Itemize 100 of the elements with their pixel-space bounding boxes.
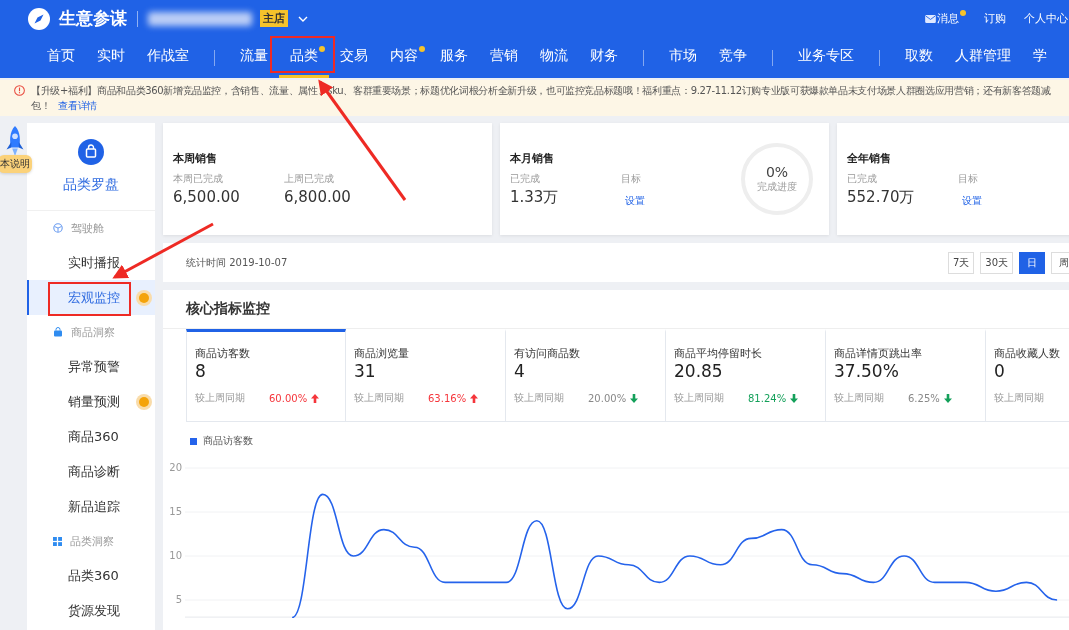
metric-value: 0 xyxy=(994,361,1006,381)
compare-label: 较上周同期 xyxy=(514,391,565,405)
notification-dot xyxy=(419,46,425,52)
metric-tile[interactable]: 商品收藏人数 0 较上周同期 xyxy=(986,329,1069,421)
nav-tab[interactable]: 市场 xyxy=(658,37,708,78)
sidebar-item[interactable]: 品类360 xyxy=(27,558,155,593)
nav-tab[interactable]: 流量 xyxy=(229,37,279,78)
range-button[interactable]: 日 xyxy=(1019,251,1045,274)
section-heading: 商品洞察 xyxy=(71,324,115,340)
axis-tick-label: 10 xyxy=(169,550,182,561)
bag-icon xyxy=(53,327,63,337)
nav-tab[interactable]: 实时 xyxy=(86,37,136,78)
sidebar-item[interactable]: 新品追踪 xyxy=(27,489,155,524)
nav-tab[interactable]: 作战室 xyxy=(136,37,200,78)
shop-badge: 主店 xyxy=(260,10,288,27)
compare-label: 较上周同期 xyxy=(834,391,885,405)
metric-value: 31 xyxy=(354,361,377,381)
nav-tab[interactable]: 财务 xyxy=(579,37,629,78)
metric-value: 8 xyxy=(195,361,207,381)
axis-tick-label: 20 xyxy=(169,462,182,473)
card-title: 全年销售 xyxy=(847,151,892,166)
progress-value: 0% xyxy=(765,164,789,180)
stat-label: 目标 xyxy=(621,172,642,186)
stat-value: 6,800.00 xyxy=(284,188,352,206)
stat-label: 目标 xyxy=(958,172,979,186)
legend-label: 商品访客数 xyxy=(203,434,253,448)
range-button[interactable]: 30天 xyxy=(980,251,1013,274)
nav-tab[interactable]: 业务专区 xyxy=(787,37,865,78)
compare-label: 较上周同期 xyxy=(674,391,725,405)
metric-name: 商品浏览量 xyxy=(354,346,410,361)
nav-tab[interactable]: 营销 xyxy=(479,37,529,78)
nav-tab[interactable]: 交易 xyxy=(329,37,379,78)
compare-label: 较上周同期 xyxy=(195,391,246,405)
grid-icon xyxy=(53,536,62,546)
app-logo-text: 生意参谋 xyxy=(59,7,127,30)
metric-tile[interactable]: 有访问商品数 4 较上周同期 20.00% xyxy=(506,329,666,421)
stat-label: 已完成 xyxy=(847,172,878,186)
metric-name: 有访问商品数 xyxy=(514,346,581,361)
compare-label: 较上周同期 xyxy=(354,391,405,405)
nav-tab[interactable]: 竞争 xyxy=(708,37,758,78)
sidebar-item[interactable]: 商品诊断 xyxy=(27,454,155,489)
range-button[interactable]: 周 xyxy=(1051,251,1069,274)
stat-value: 552.70万 xyxy=(847,188,916,207)
nav-tab[interactable]: 取数 xyxy=(894,37,944,78)
header-link[interactable]: 个人中心 xyxy=(1024,11,1068,26)
stat-label: 本周已完成 xyxy=(173,172,224,186)
metric-name: 商品收藏人数 xyxy=(994,346,1061,361)
details-link[interactable]: 查看详情 xyxy=(58,98,97,113)
metric-name: 商品详情页跳出率 xyxy=(834,346,923,361)
bag-icon xyxy=(78,139,104,165)
set-target-link[interactable]: 设置 xyxy=(962,194,1069,208)
version-notes-tag[interactable]: 本说明 xyxy=(0,155,32,173)
notification-dot xyxy=(319,46,325,52)
metric-value: 4 xyxy=(514,361,526,381)
axis-tick-label: 15 xyxy=(169,506,182,517)
compare-label: 较上周同期 xyxy=(994,391,1045,405)
change-value: 60.00% xyxy=(269,392,308,404)
set-target-link[interactable]: 设置 xyxy=(625,194,732,208)
nav-tab[interactable]: 服务 xyxy=(429,37,479,78)
change-value: 63.16% xyxy=(428,392,467,404)
metric-value: 20.85 xyxy=(674,361,724,381)
change-value: 20.00% xyxy=(588,392,627,404)
header-link[interactable]: 订购 xyxy=(984,11,1006,26)
sidebar-item[interactable]: 异常预警 xyxy=(27,349,155,384)
change-value: 6.25% xyxy=(908,392,940,404)
notification-dot xyxy=(960,10,966,16)
notification-dot xyxy=(139,396,149,407)
rocket-icon[interactable] xyxy=(5,125,25,157)
card-title: 本周销售 xyxy=(173,151,218,166)
metric-tile[interactable]: 商品访客数 8 较上周同期 60.00% xyxy=(186,329,346,421)
nav-tab[interactable]: 内容 xyxy=(379,37,429,78)
nav-tab[interactable]: 物流 xyxy=(529,37,579,78)
header-link[interactable]: 消息 xyxy=(925,11,966,26)
metric-tile[interactable]: 商品平均停留时长 20.85 较上周同期 81.24% xyxy=(666,329,826,421)
chevron-down-icon[interactable] xyxy=(298,15,308,22)
highlight-frame xyxy=(270,36,335,73)
sidebar-item[interactable]: 货源发现 xyxy=(27,593,155,628)
sidebar-title: 品类罗盘 xyxy=(63,176,119,194)
nav-tab[interactable]: 学 xyxy=(1022,37,1058,78)
mail-icon xyxy=(925,14,936,23)
stat-label: 上周已完成 xyxy=(284,172,335,186)
metric-value: 37.50% xyxy=(834,361,900,381)
progress-label: 完成进度 xyxy=(757,180,797,194)
metric-name: 商品访客数 xyxy=(195,346,251,361)
axis-tick-label: 5 xyxy=(175,594,182,605)
range-button[interactable]: 7天 xyxy=(947,251,975,274)
notice-text: 包！ xyxy=(31,99,51,113)
metric-tile[interactable]: 商品浏览量 31 较上周同期 63.16% xyxy=(346,329,506,421)
metric-tile[interactable]: 商品详情页跳出率 37.50% 较上周同期 6.25% xyxy=(826,329,986,421)
section-heading: 品类洞察 xyxy=(70,533,114,549)
card-title: 本月销售 xyxy=(510,151,555,166)
compass-logo-icon xyxy=(27,6,51,31)
sidebar-item[interactable]: 商品360 xyxy=(27,419,155,454)
notification-dot xyxy=(139,292,149,303)
steering-wheel-icon xyxy=(53,223,63,233)
sidebar-item[interactable]: 实时播报 xyxy=(27,245,155,280)
sidebar-item[interactable]: 销量预测 xyxy=(27,384,155,419)
nav-tab[interactable]: 首页 xyxy=(36,37,86,78)
stats-time: 统计时间 2019-10-07 xyxy=(186,255,288,270)
nav-tab[interactable]: 人群管理 xyxy=(944,37,1022,78)
